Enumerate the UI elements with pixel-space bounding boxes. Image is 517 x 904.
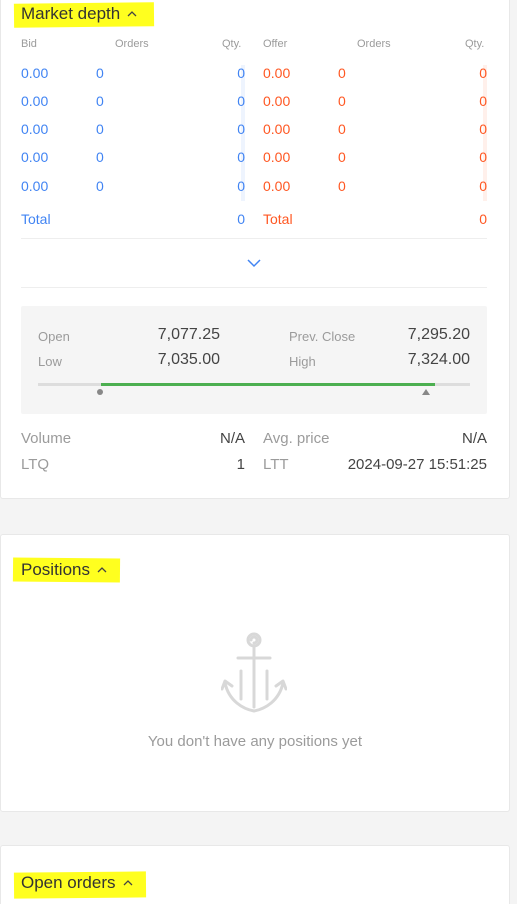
- offer-orders: 0: [338, 178, 346, 194]
- volume-label: Volume: [21, 430, 72, 447]
- offer-price[interactable]: 0.00: [263, 178, 290, 194]
- offer-qty: 0: [479, 149, 487, 165]
- avg-price-value: N/A: [461, 430, 487, 447]
- offer-orders: 0: [338, 65, 346, 81]
- bid-total-label: Total: [21, 211, 51, 227]
- positions-title: Positions: [21, 560, 90, 579]
- offer-header: Offer: [263, 38, 288, 50]
- open-orders-title: Open orders: [21, 873, 116, 892]
- bid-header: Bid: [21, 38, 37, 50]
- bid-qty: 0: [237, 65, 245, 81]
- low-marker: [97, 389, 103, 395]
- day-range-fill: [100, 383, 436, 386]
- bid-orders-header: Orders: [115, 38, 149, 50]
- chevron-up-icon: [122, 877, 134, 889]
- divider: [21, 238, 487, 239]
- ltq-value: 1: [236, 456, 245, 473]
- day-range-track: [38, 383, 470, 386]
- offer-orders: 0: [338, 149, 346, 165]
- offer-price[interactable]: 0.00: [263, 93, 290, 109]
- market-depth-card: [0, 0, 510, 499]
- volume-value: N/A: [219, 430, 245, 447]
- positions-empty-message: You don't have any positions yet: [147, 733, 363, 750]
- positions-toggle[interactable]: Positions: [21, 560, 108, 580]
- bid-price[interactable]: 0.00: [21, 93, 48, 109]
- offer-price[interactable]: 0.00: [263, 121, 290, 137]
- high-marker: [422, 389, 430, 395]
- avg-price-label: Avg. price: [263, 430, 330, 447]
- chevron-up-icon: [96, 564, 108, 576]
- expand-depth-button[interactable]: [245, 256, 263, 270]
- open-value: 7,077.25: [157, 326, 220, 343]
- bid-orders: 0: [96, 65, 104, 81]
- ohlc-panel: Open 7,077.25 Prev. Close 7,295.20 Low 7…: [21, 306, 487, 414]
- offer-total-label: Total: [263, 211, 293, 227]
- bid-price[interactable]: 0.00: [21, 149, 48, 165]
- high-label: High: [289, 354, 316, 369]
- offer-qty: 0: [479, 121, 487, 137]
- bid-qty: 0: [237, 121, 245, 137]
- high-value: 7,324.00: [407, 351, 470, 368]
- bid-orders: 0: [96, 149, 104, 165]
- divider: [21, 287, 487, 288]
- bid-price[interactable]: 0.00: [21, 121, 48, 137]
- bid-qty-header: Qty.: [222, 38, 242, 50]
- low-label: Low: [38, 354, 62, 369]
- chevron-up-icon: [126, 8, 138, 20]
- bid-price[interactable]: 0.00: [21, 178, 48, 194]
- prev-close-value: 7,295.20: [407, 326, 470, 343]
- offer-price[interactable]: 0.00: [263, 65, 290, 81]
- offer-orders: 0: [338, 121, 346, 137]
- offer-price[interactable]: 0.00: [263, 149, 290, 165]
- offer-qty: 0: [479, 178, 487, 194]
- bid-orders: 0: [96, 93, 104, 109]
- prev-close-label: Prev. Close: [289, 329, 356, 344]
- ltt-label: LTT: [263, 456, 289, 473]
- market-depth-toggle[interactable]: Market depth: [21, 4, 138, 24]
- bid-total-qty: 0: [237, 211, 245, 227]
- low-value: 7,035.00: [157, 351, 220, 368]
- offer-total-qty: 0: [479, 211, 487, 227]
- anchor-icon: [220, 631, 288, 720]
- bid-qty: 0: [237, 149, 245, 165]
- bid-orders: 0: [96, 121, 104, 137]
- offer-qty: 0: [479, 93, 487, 109]
- open-label: Open: [38, 329, 70, 344]
- ltt-value: 2024-09-27 15:51:25: [347, 456, 487, 473]
- bid-qty: 0: [237, 93, 245, 109]
- ltq-label: LTQ: [21, 456, 50, 473]
- offer-orders-header: Orders: [357, 38, 391, 50]
- bid-price[interactable]: 0.00: [21, 65, 48, 81]
- open-orders-toggle[interactable]: Open orders: [21, 873, 134, 893]
- chevron-down-icon: [247, 259, 261, 268]
- offer-qty: 0: [479, 65, 487, 81]
- offer-orders: 0: [338, 93, 346, 109]
- bid-orders: 0: [96, 178, 104, 194]
- offer-qty-header: Qty.: [465, 38, 485, 50]
- bid-qty: 0: [237, 178, 245, 194]
- market-depth-title: Market depth: [21, 4, 121, 23]
